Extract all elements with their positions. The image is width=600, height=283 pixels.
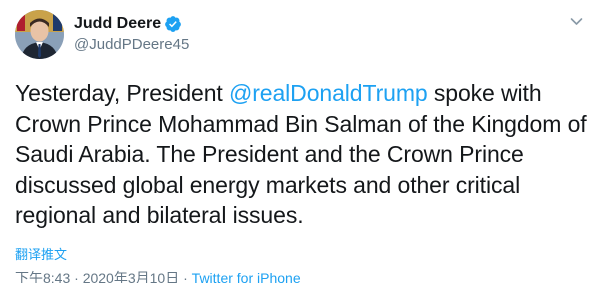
chevron-down-icon[interactable] [569, 14, 584, 29]
tweet-text-before: Yesterday, President [15, 80, 229, 106]
name-row: Judd Deere [74, 13, 189, 35]
tweet-meta: 下午8:43 · 2020年3月10日 · Twitter for iPhone [15, 269, 585, 283]
tweet-date[interactable]: 2020年3月10日 [83, 270, 180, 283]
tweet-source-link[interactable]: Twitter for iPhone [192, 270, 301, 283]
meta-separator: · [70, 269, 83, 283]
author-names: Judd Deere @JuddPDeere45 [74, 10, 189, 55]
tweet-text: Yesterday, President @realDonaldTrump sp… [15, 78, 590, 231]
meta-separator: · [179, 269, 192, 283]
tweet-card: Judd Deere @JuddPDeere45 Yesterday, Pres… [0, 0, 600, 283]
avatar-photo [15, 10, 64, 59]
display-name[interactable]: Judd Deere [74, 14, 161, 34]
tweet-time[interactable]: 下午8:43 [15, 270, 70, 283]
tweet-header: Judd Deere @JuddPDeere45 [15, 10, 585, 62]
avatar[interactable] [15, 10, 64, 59]
verified-badge-icon [164, 15, 182, 33]
mention-link[interactable]: @realDonaldTrump [229, 80, 428, 106]
translate-tweet-link[interactable]: 翻译推文 [15, 247, 67, 263]
author-handle[interactable]: @JuddPDeere45 [74, 35, 189, 55]
